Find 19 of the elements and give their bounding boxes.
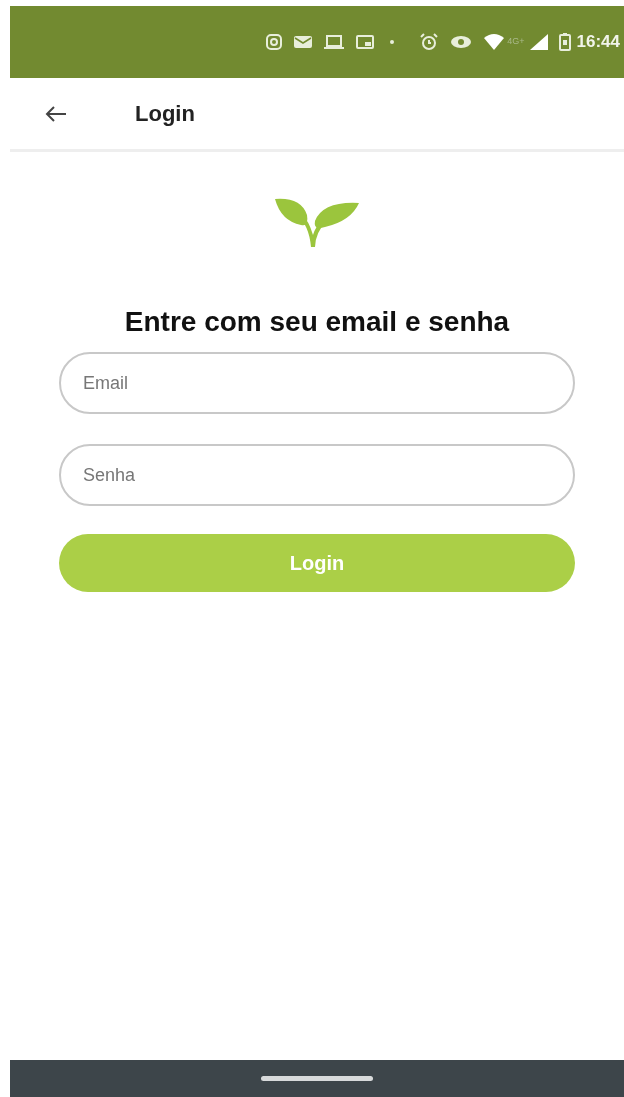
eye-icon <box>449 34 474 50</box>
back-arrow-icon <box>45 105 67 122</box>
battery-icon <box>558 33 571 51</box>
input-field[interactable]: Email <box>59 352 575 414</box>
leaves-logo-icon <box>273 197 361 249</box>
clock: 16:44 <box>576 31 620 54</box>
mail-icon <box>293 34 314 50</box>
wifi-icon <box>483 33 506 51</box>
home-handle[interactable] <box>261 1076 373 1081</box>
laptop-icon <box>323 34 346 50</box>
alarm-icon <box>419 33 440 51</box>
signal-icon <box>528 33 549 51</box>
window-icon <box>355 34 376 50</box>
screen-title: Login <box>135 100 195 128</box>
login-button[interactable]: Login <box>59 534 575 592</box>
instagram-icon <box>265 33 284 51</box>
network-type: 4G+ <box>507 35 525 49</box>
heading: Entre com seu email e senha <box>123 305 511 339</box>
input-field[interactable]: Senha <box>59 444 575 506</box>
